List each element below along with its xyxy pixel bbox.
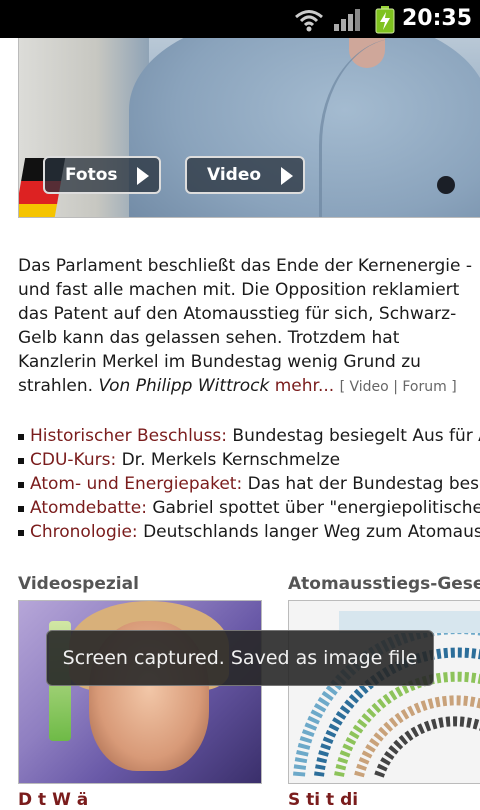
play-arrow-icon [137, 167, 149, 185]
status-bar: 20:35 [0, 0, 480, 38]
meta-bracket-close: ] [451, 379, 457, 395]
related-link-text[interactable]: Das hat der Bundestag beschl [242, 474, 480, 494]
meta-video-link[interactable]: Video [350, 379, 389, 395]
toast-message: Screen captured. Saved as image file [62, 647, 418, 669]
bundestag-seat-graphic[interactable] [288, 600, 480, 784]
read-more-link[interactable]: mehr... [275, 376, 334, 396]
battery-charging-icon [375, 6, 395, 34]
bullet-square-icon [18, 506, 24, 512]
article-teaser: Das Parlament beschließt das Ende der Ke… [18, 254, 478, 399]
video-button-label: Video [207, 165, 262, 185]
bullet-square-icon [18, 482, 24, 488]
video-button[interactable]: Video [185, 156, 305, 194]
related-link-keyword[interactable]: Atomdebatte: [30, 498, 147, 518]
related-link-keyword[interactable]: Atom- und Energiepaket: [30, 474, 242, 494]
meta-separator: | [393, 379, 398, 395]
list-item[interactable]: Chronologie: Deutschlands langer Weg zum… [18, 520, 480, 544]
related-link-keyword[interactable]: Chronologie: [30, 522, 138, 542]
atomausstieg-heading[interactable]: Atomausstiegs-Gesetz [288, 574, 480, 594]
fotos-button-label: Fotos [65, 165, 118, 185]
related-link-text[interactable]: Deutschlands langer Weg zum Atomaussti [138, 522, 480, 542]
hero-jacket-button [437, 176, 455, 194]
status-clock: 20:35 [401, 6, 472, 31]
article-hero-image[interactable]: Fotos Video [18, 38, 480, 218]
list-item[interactable]: CDU-Kurs: Dr. Merkels Kernschmelze [18, 448, 480, 472]
related-link-keyword[interactable]: CDU-Kurs: [30, 450, 116, 470]
article-author: Von Philipp Wittrock [98, 376, 270, 396]
videospezial-thumbnail[interactable] [18, 600, 262, 784]
list-item[interactable]: Historischer Beschluss: Bundestag besieg… [18, 424, 480, 448]
parliament-seats-graphic [293, 611, 480, 778]
bottom-right-heading-cut[interactable]: S ti t di [288, 790, 358, 810]
bullet-square-icon [18, 458, 24, 464]
related-link-text[interactable]: Dr. Merkels Kernschmelze [116, 450, 340, 470]
videospezial-heading[interactable]: Videospezial [18, 574, 139, 594]
play-arrow-icon [281, 167, 293, 185]
list-item[interactable]: Atom- und Energiepaket: Das hat der Bund… [18, 472, 480, 496]
list-item[interactable]: Atomdebatte: Gabriel spottet über "energ… [18, 496, 480, 520]
related-link-text[interactable]: Gabriel spottet über "energiepolitisches… [147, 498, 480, 518]
screenshot-toast: Screen captured. Saved as image file [46, 630, 434, 686]
fotos-button[interactable]: Fotos [43, 156, 161, 194]
related-link-text[interactable]: Bundestag besiegelt Aus für Ato [227, 426, 480, 446]
signal-strength-icon [334, 9, 360, 31]
meta-bracket-open: [ [339, 379, 346, 395]
bottom-left-heading-cut[interactable]: D t W ä [18, 790, 88, 810]
related-link-keyword[interactable]: Historischer Beschluss: [30, 426, 227, 446]
wifi-icon [295, 10, 323, 32]
meta-forum-link[interactable]: Forum [402, 379, 446, 395]
article-body: Das Parlament beschließt das Ende der Ke… [18, 256, 472, 396]
related-articles-list: Historischer Beschluss: Bundestag besieg… [18, 424, 480, 544]
bullet-square-icon [18, 434, 24, 440]
bullet-square-icon [18, 530, 24, 536]
article-meta-links: [ Video | Forum ] [340, 379, 457, 395]
